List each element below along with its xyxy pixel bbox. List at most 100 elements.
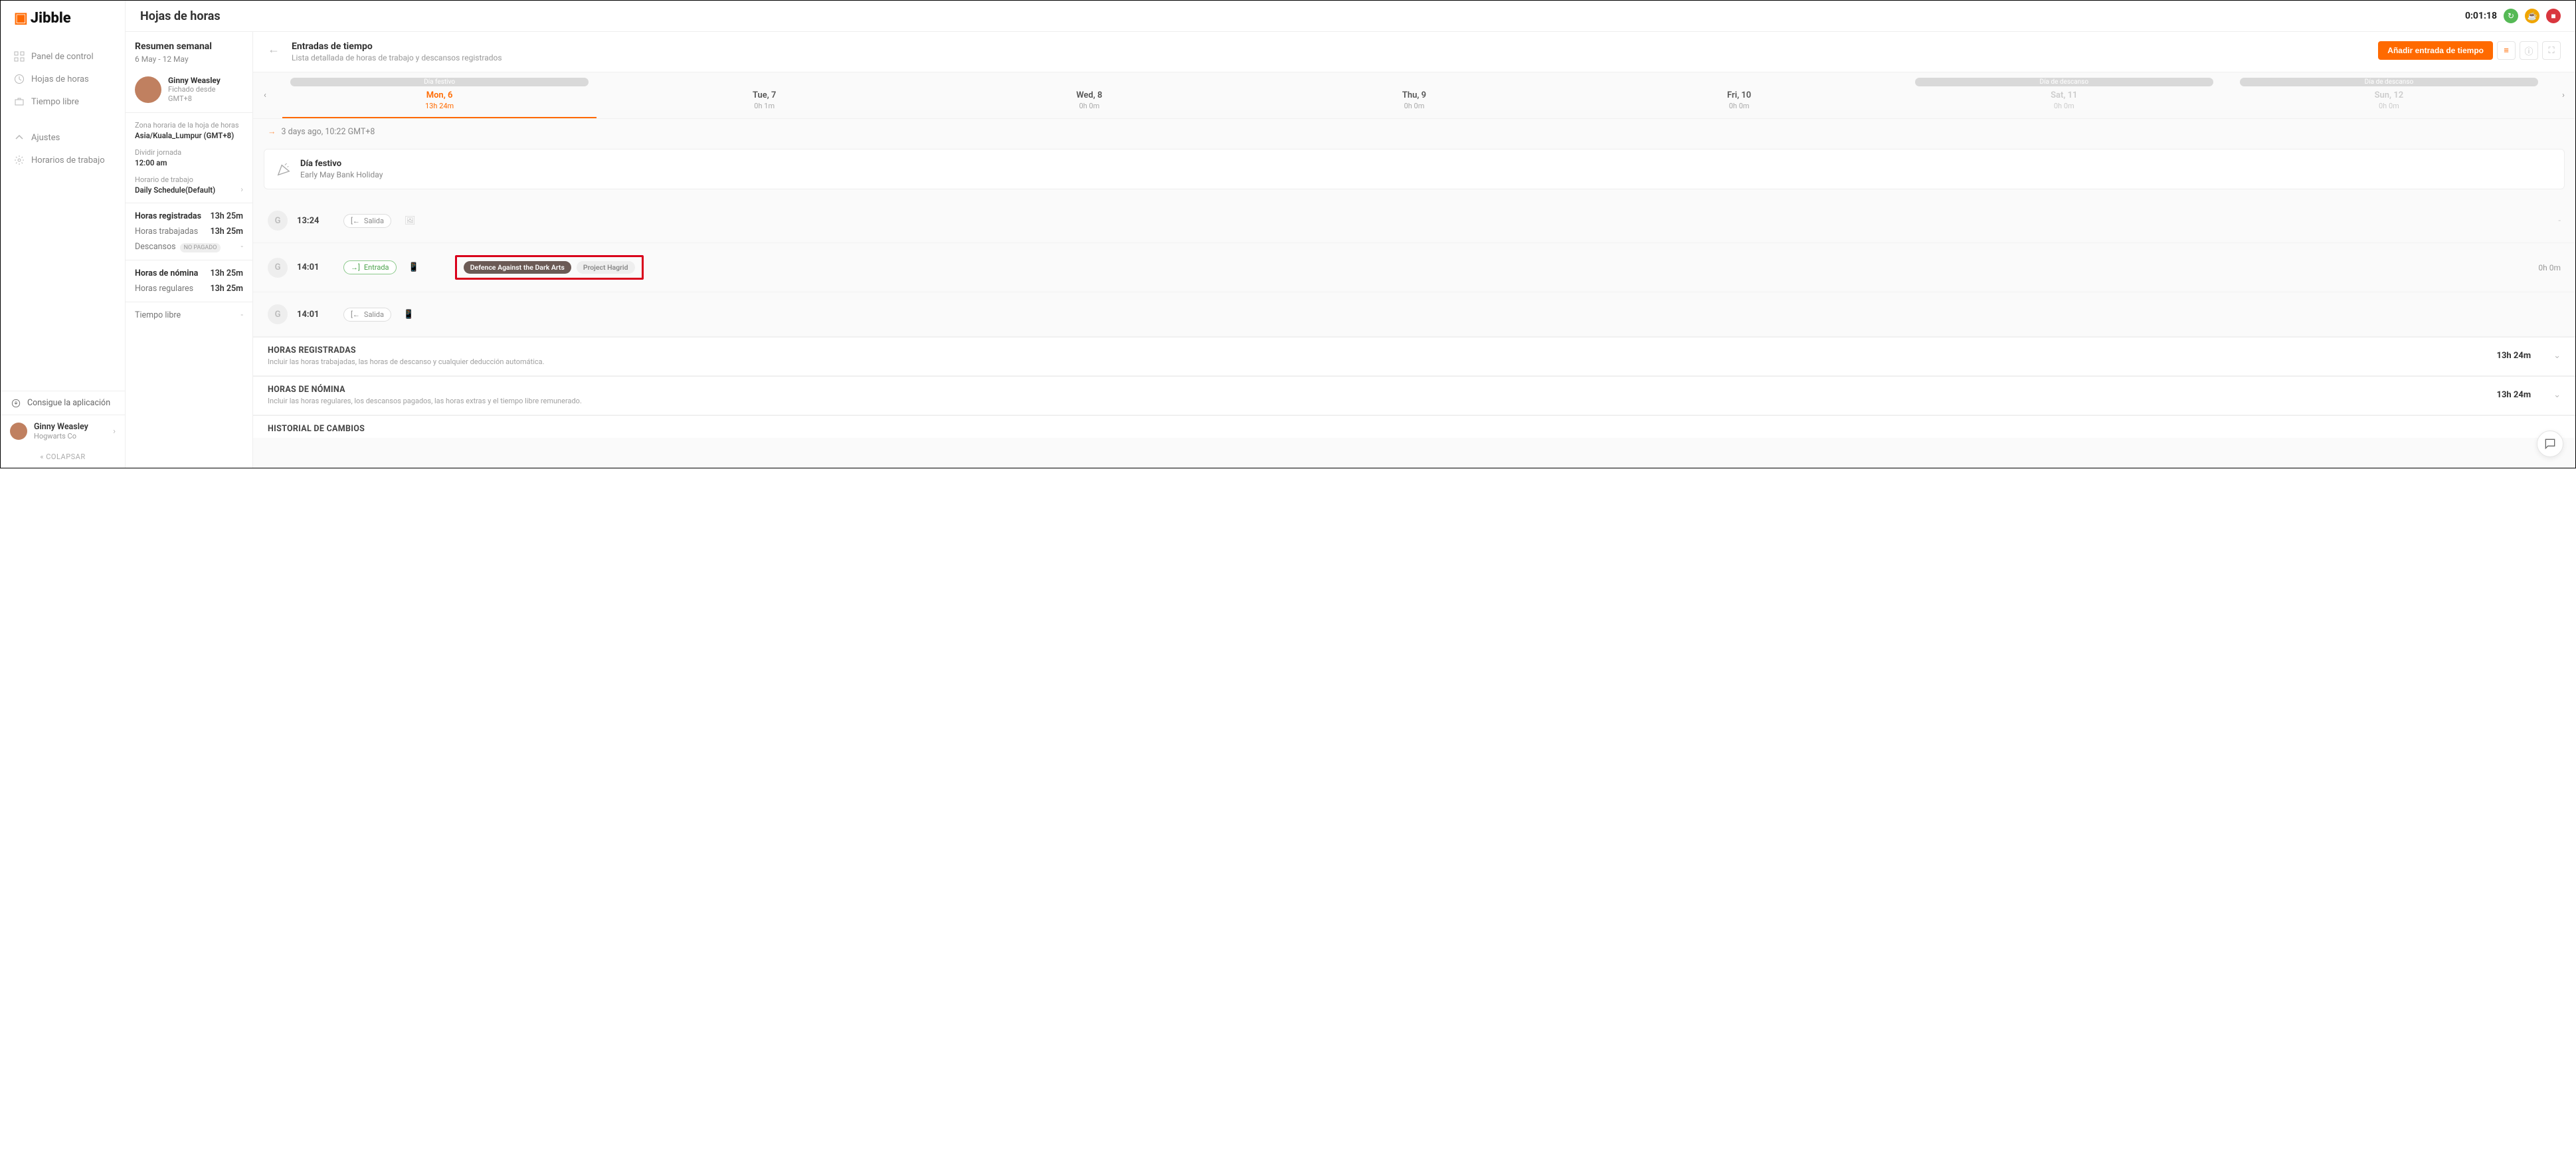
list-view-icon[interactable]: ≡ — [2497, 41, 2516, 60]
download-icon — [11, 399, 21, 408]
current-user-row[interactable]: Ginny Weasley Hogwarts Co › — [1, 415, 125, 447]
content-header: ← Entradas de tiempo Lista detallada de … — [253, 32, 2575, 72]
schedule-value: Daily Schedule(Default) — [135, 185, 215, 195]
worked-hours-label: Horas trabajadas — [135, 227, 198, 237]
content-area: ← Entradas de tiempo Lista detallada de … — [253, 32, 2575, 468]
entry-duration: - — [2558, 216, 2561, 226]
direction-chip: [← Salida — [343, 214, 391, 228]
day-tag: Día festivo — [290, 78, 589, 86]
entries-list: G13:24[← Salida🖼-G14:01→] Entrada📱Defenc… — [253, 199, 2575, 337]
grid-icon — [14, 51, 25, 62]
page-title: Hojas de horas — [140, 9, 221, 23]
add-entry-button[interactable]: Añadir entrada de tiempo — [2378, 41, 2493, 60]
nav-dashboard[interactable]: Panel de control — [1, 45, 125, 68]
time-entry-row[interactable]: G14:01→] Entrada📱Defence Against the Dar… — [253, 243, 2575, 292]
current-user-name: Ginny Weasley — [34, 422, 106, 432]
section-tracked[interactable]: HORAS REGISTRADAS Incluir las horas trab… — [253, 337, 2575, 376]
day-label: Thu, 9 — [1251, 90, 1576, 100]
prev-week-button[interactable]: ‹ — [253, 72, 277, 118]
section-payroll-desc: Incluir las horas regulares, los descans… — [268, 397, 582, 405]
next-week-button[interactable]: › — [2551, 72, 2575, 118]
mobile-icon: 📱 — [409, 262, 419, 272]
day-label: Sun, 12 — [2227, 90, 2551, 100]
day-value: 0h 1m — [602, 102, 927, 110]
back-button[interactable]: ← — [268, 41, 280, 56]
timezone-label: Zona horaria de la hoja de horas — [135, 121, 243, 130]
status-yellow-pill[interactable]: ☕ — [2525, 9, 2539, 23]
day-value: 0h 0m — [1251, 102, 1576, 110]
day-tab[interactable]: .Wed, 80h 0m — [927, 72, 1251, 118]
status-green-pill[interactable]: ↻ — [2504, 9, 2518, 23]
day-value: 0h 0m — [1577, 102, 1902, 110]
time-entry-row[interactable]: G13:24[← Salida🖼- — [253, 199, 2575, 243]
payroll-hours-label: Horas de nómina — [135, 268, 198, 278]
chevron-right-icon[interactable]: › — [240, 185, 243, 194]
timer-value: 0:01:18 — [2465, 11, 2497, 21]
entry-duration: 0h 0m — [2538, 263, 2561, 272]
section-payroll[interactable]: HORAS DE NÓMINA Incluir las horas regula… — [253, 376, 2575, 415]
tracked-hours-label: Horas registradas — [135, 211, 201, 221]
section-tracked-title: HORAS REGISTRADAS — [268, 345, 545, 355]
time-entry-row[interactable]: G14:01[← Salida📱 — [253, 292, 2575, 337]
breaks-label: Descansos — [135, 242, 176, 252]
summary-panel: Resumen semanal 6 May - 12 May Ginny Wea… — [126, 32, 253, 468]
main-area: Hojas de horas 0:01:18 ↻ ☕ ■ Resumen sem… — [126, 1, 2575, 468]
timezone-value: Asia/Kuala_Lumpur (GMT+8) — [135, 131, 243, 140]
chevron-down-icon: ⌄ — [2553, 390, 2561, 400]
get-app-link[interactable]: Consigue la aplicación — [1, 391, 125, 415]
activity-tag: Defence Against the Dark Arts — [464, 261, 571, 274]
avatar — [135, 76, 161, 103]
timeoff-label: Tiempo libre — [135, 310, 181, 320]
entries-title: Entradas de tiempo — [292, 41, 502, 52]
section-history-title: HISTORIAL DE CAMBIOS — [268, 424, 2561, 434]
collapse-sidebar[interactable]: « COLAPSAR — [1, 447, 125, 468]
summary-date-range: 6 May - 12 May — [135, 54, 243, 64]
direction-arrow-icon: →] — [351, 263, 360, 272]
day-value: 0h 0m — [927, 102, 1251, 110]
nav-timesheets[interactable]: Hojas de horas — [1, 68, 125, 90]
chat-icon — [2543, 437, 2557, 450]
clock-icon — [14, 74, 25, 84]
expand-icon[interactable]: ⛶ — [2542, 41, 2561, 60]
nav-schedules-label: Horarios de trabajo — [31, 155, 105, 165]
chat-widget[interactable] — [2537, 431, 2563, 457]
day-tab[interactable]: Día festivoMon, 613h 24m — [277, 72, 602, 118]
logo-text: Jibble — [31, 10, 71, 27]
worked-hours-value: 13h 25m — [210, 227, 243, 237]
day-tab[interactable]: .Tue, 70h 1m — [602, 72, 927, 118]
regular-hours-value: 13h 25m — [210, 284, 243, 294]
section-tracked-value: 13h 24m — [2496, 351, 2531, 361]
days-strip: ‹ Día festivoMon, 613h 24m.Tue, 70h 1m.W… — [253, 72, 2575, 119]
clocked-since-label: Fichado desde — [168, 85, 216, 94]
entry-time: 14:01 — [297, 262, 334, 272]
briefcase-icon — [14, 96, 25, 107]
day-tab[interactable]: .Fri, 100h 0m — [1577, 72, 1902, 118]
mobile-icon: 📱 — [403, 310, 414, 320]
day-label: Fri, 10 — [1577, 90, 1902, 100]
day-label: Tue, 7 — [602, 90, 927, 100]
day-tab[interactable]: Día de descansoSat, 110h 0m — [1902, 72, 2227, 118]
day-value: 0h 0m — [1902, 102, 2227, 110]
direction-chip: →] Entrada — [343, 260, 397, 274]
direction-arrow-icon: [← — [351, 310, 360, 319]
gear-icon — [14, 155, 25, 165]
nav-timesheets-label: Hojas de horas — [31, 74, 89, 84]
summary-user-name: Ginny Weasley — [168, 76, 221, 85]
split-day-label: Dividir jornada — [135, 148, 243, 157]
nav-schedules[interactable]: Horarios de trabajo — [1, 149, 125, 171]
entries-subtitle: Lista detallada de horas de trabajo y de… — [292, 53, 502, 62]
last-update-note: → 3 days ago, 10:22 GMT+8 — [253, 119, 2575, 145]
nav-timeoff[interactable]: Tiempo libre — [1, 90, 125, 113]
nav-settings[interactable]: Ajustes — [1, 126, 125, 149]
left-sidebar: ▣Jibble Panel de control Hojas de horas … — [1, 1, 126, 468]
day-tab[interactable]: .Thu, 90h 0m — [1251, 72, 1576, 118]
payroll-hours-value: 13h 25m — [210, 268, 243, 278]
logo[interactable]: ▣Jibble — [1, 1, 125, 32]
get-app-label: Consigue la aplicación — [27, 398, 110, 408]
entry-tags-highlight: Defence Against the Dark ArtsProject Hag… — [455, 255, 644, 280]
section-history[interactable]: HISTORIAL DE CAMBIOS — [253, 415, 2575, 438]
day-tab[interactable]: Día de descansoSun, 120h 0m — [2227, 72, 2551, 118]
stop-timer-pill[interactable]: ■ — [2546, 9, 2561, 23]
info-icon[interactable]: ⓘ — [2520, 41, 2538, 60]
split-day-value: 12:00 am — [135, 158, 243, 167]
